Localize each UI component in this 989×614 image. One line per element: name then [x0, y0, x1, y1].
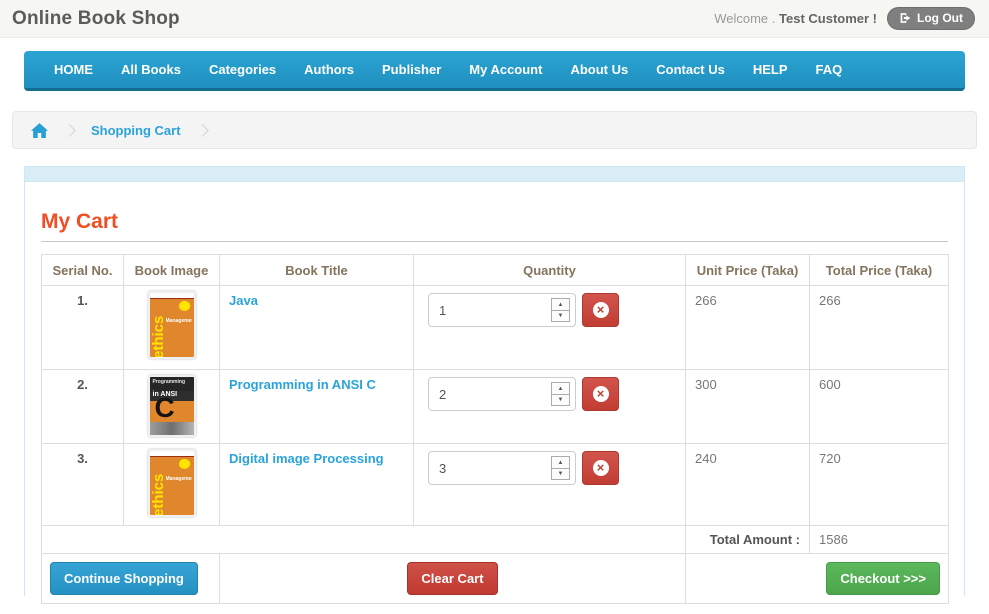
total-price: 600 [810, 370, 949, 444]
col-book-title: Book Title [220, 255, 414, 286]
nav-item-authors[interactable]: Authors [290, 51, 368, 88]
table-row: 1. ethics Management Java [42, 286, 949, 370]
table-row: 3. ethics Management Digital image Proce… [42, 444, 949, 526]
serial-number: 3. [42, 444, 124, 526]
delete-icon: × [593, 460, 609, 476]
cover-text: ethics [151, 301, 166, 359]
table-header-row: Serial No. Book Image Book Title Quantit… [42, 255, 949, 286]
serial-number: 1. [42, 286, 124, 370]
cart-table: Serial No. Book Image Book Title Quantit… [41, 254, 949, 604]
breadcrumb-chevron-icon [196, 124, 209, 137]
delete-icon: × [593, 302, 609, 318]
total-row: Total Amount : 1586 [42, 526, 949, 554]
unit-price: 266 [686, 286, 810, 370]
quantity-input[interactable] [429, 303, 551, 318]
remove-item-button[interactable]: × [582, 451, 619, 485]
breadcrumb: Shopping Cart [12, 111, 977, 149]
breadcrumb-current[interactable]: Shopping Cart [91, 123, 181, 138]
book-title-link[interactable]: Programming in ANSI C [229, 377, 376, 392]
col-total-price: Total Price (Taka) [810, 255, 949, 286]
unit-price: 240 [686, 444, 810, 526]
cover-text: C [155, 394, 175, 422]
total-row-spacer [42, 526, 686, 554]
cover-starburst [177, 457, 191, 470]
logout-button[interactable]: Log Out [887, 7, 975, 30]
cover-text: ethics [151, 459, 166, 517]
spinner-down-icon[interactable]: ▼ [551, 468, 570, 480]
nav-item-home[interactable]: HOME [40, 51, 107, 88]
nav-item-my-account[interactable]: My Account [455, 51, 556, 88]
nav-wrap: HOME All Books Categories Authors Publis… [0, 38, 989, 91]
col-unit-price: Unit Price (Taka) [686, 255, 810, 286]
book-cover-image: ethics Management [148, 291, 196, 359]
total-price: 720 [810, 444, 949, 526]
actions-row: Continue Shopping Clear Cart Checkout >>… [42, 554, 949, 604]
quantity-stepper[interactable]: ▲ ▼ [551, 456, 570, 480]
book-cover-image: Programming in ANSI C [148, 375, 196, 437]
col-serial: Serial No. [42, 255, 124, 286]
table-row: 2. Programming in ANSI C Programming in … [42, 370, 949, 444]
page-title: My Cart [41, 210, 948, 234]
spinner-up-icon[interactable]: ▲ [551, 298, 570, 310]
cover-subtext: Management [166, 318, 192, 324]
cart-panel: My Cart Serial No. Book Image Book Title… [24, 166, 965, 596]
quantity-input[interactable] [429, 461, 551, 476]
total-price: 266 [810, 286, 949, 370]
cover-subtext: Management [166, 476, 192, 482]
spinner-down-icon[interactable]: ▼ [551, 310, 570, 322]
nav-item-about-us[interactable]: About Us [556, 51, 642, 88]
spinner-down-icon[interactable]: ▼ [551, 394, 570, 406]
panel-heading-strip [25, 167, 964, 182]
total-amount-label: Total Amount : [686, 526, 810, 554]
quantity-stepper[interactable]: ▲ ▼ [551, 298, 570, 322]
nav-item-faq[interactable]: FAQ [802, 51, 857, 88]
title-divider [41, 241, 948, 242]
col-quantity: Quantity [414, 255, 686, 286]
total-amount-value: 1586 [810, 526, 949, 554]
col-book-image: Book Image [124, 255, 220, 286]
remove-item-button[interactable]: × [582, 377, 619, 411]
nav-item-help[interactable]: HELP [739, 51, 802, 88]
welcome-prefix: Welcome . [714, 11, 775, 26]
book-title-link[interactable]: Java [229, 293, 258, 308]
quantity-stepper[interactable]: ▲ ▼ [551, 382, 570, 406]
cover-text: Programming [150, 377, 194, 391]
nav-item-categories[interactable]: Categories [195, 51, 290, 88]
book-title-link[interactable]: Digital image Processing [229, 451, 384, 466]
clear-cart-button[interactable]: Clear Cart [407, 562, 497, 595]
nav-item-publisher[interactable]: Publisher [368, 51, 455, 88]
breadcrumb-chevron-icon [63, 124, 76, 137]
breadcrumb-home-link[interactable] [31, 123, 48, 138]
site-title: Online Book Shop [12, 8, 180, 30]
unit-price: 300 [686, 370, 810, 444]
main-navbar: HOME All Books Categories Authors Publis… [24, 51, 965, 91]
welcome-username: Test Customer ! [779, 11, 877, 26]
remove-item-button[interactable]: × [582, 293, 619, 327]
nav-item-contact-us[interactable]: Contact Us [642, 51, 739, 88]
logout-icon [899, 12, 912, 24]
delete-icon: × [593, 386, 609, 402]
serial-number: 2. [42, 370, 124, 444]
logout-label: Log Out [917, 11, 963, 25]
cover-starburst [177, 299, 191, 312]
book-cover-image: ethics Management [148, 449, 196, 517]
welcome-text: Welcome . Test Customer ! [714, 11, 877, 26]
continue-shopping-button[interactable]: Continue Shopping [50, 562, 198, 595]
checkout-button[interactable]: Checkout >>> [826, 562, 940, 595]
nav-item-all-books[interactable]: All Books [107, 51, 195, 88]
top-header: Online Book Shop Welcome . Test Customer… [0, 0, 989, 38]
quantity-input[interactable] [429, 387, 551, 402]
home-icon [31, 123, 48, 138]
spinner-up-icon[interactable]: ▲ [551, 456, 570, 468]
spinner-up-icon[interactable]: ▲ [551, 382, 570, 394]
